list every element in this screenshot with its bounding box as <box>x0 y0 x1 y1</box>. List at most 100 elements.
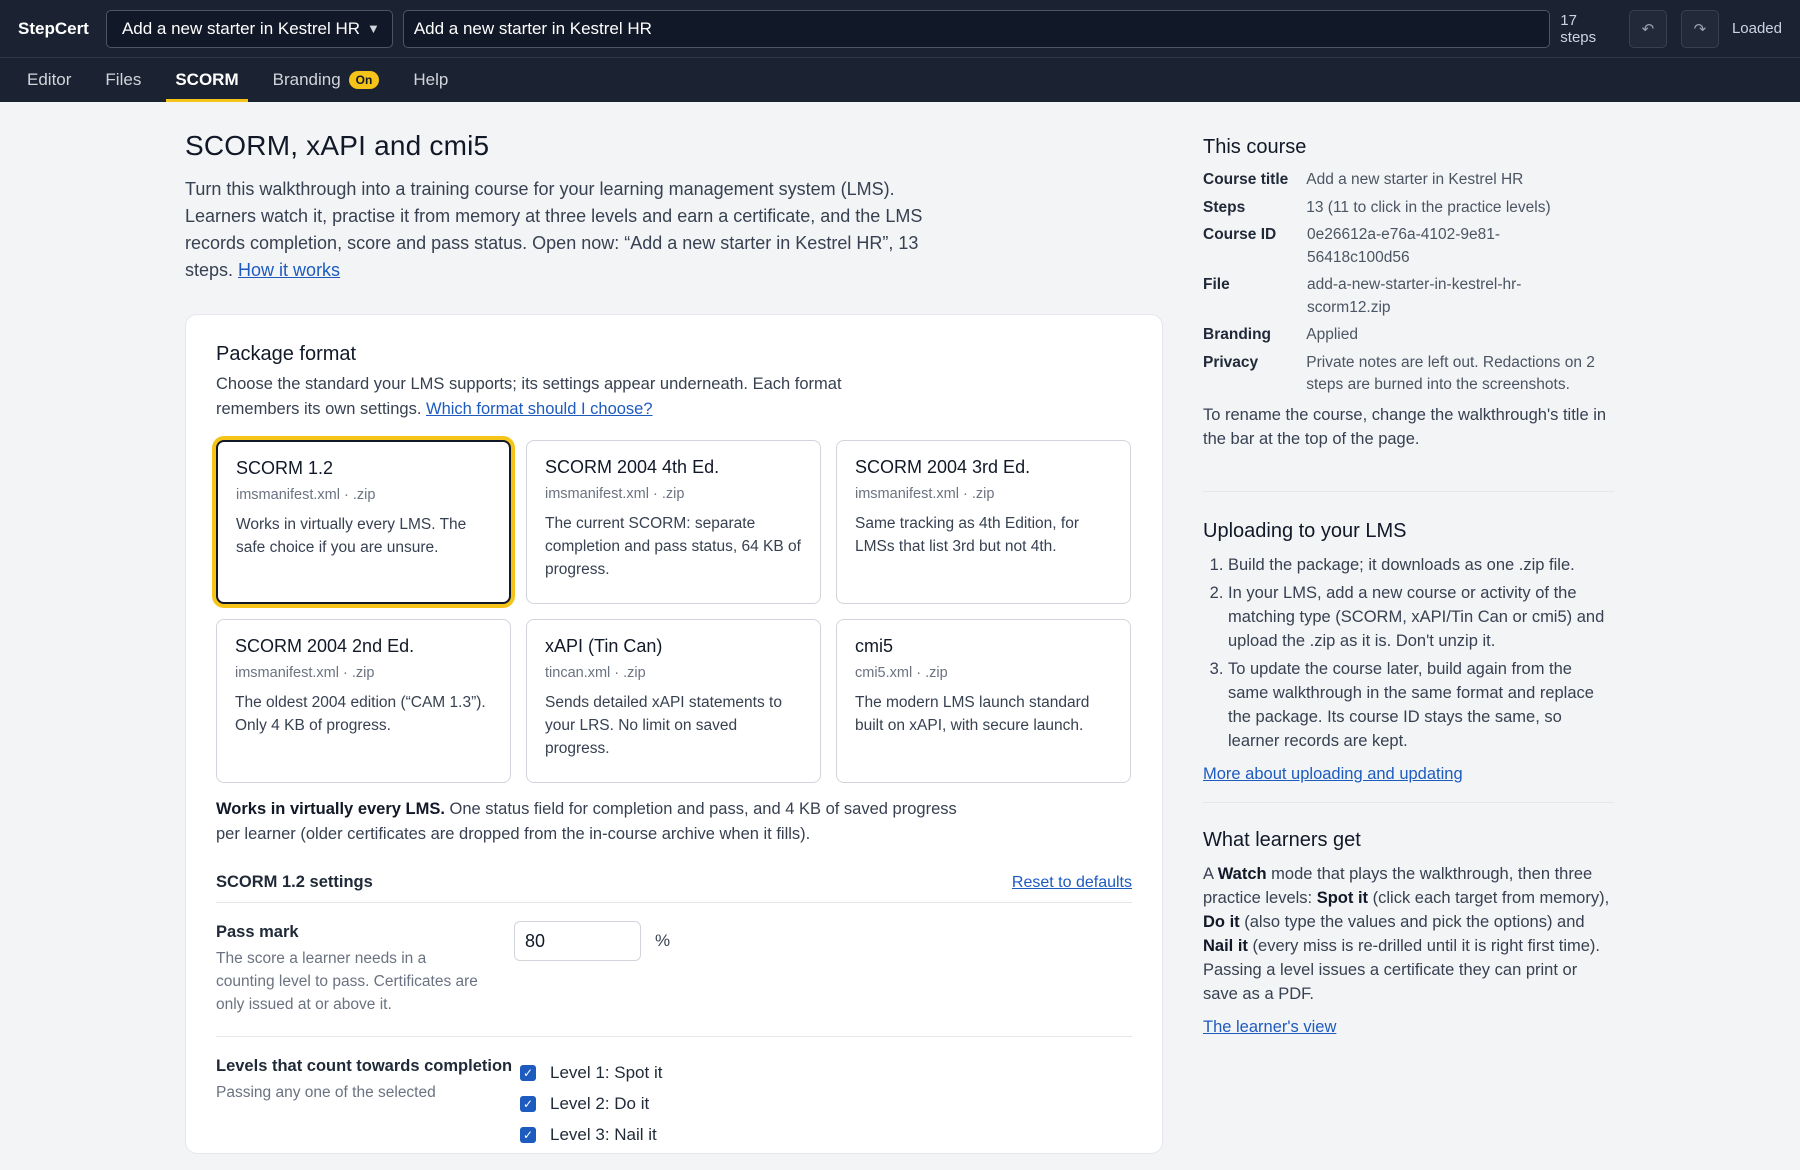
tab-branding[interactable]: Branding On <box>256 58 397 102</box>
learners-bold: Do it <box>1203 912 1240 931</box>
undo-icon: ↶ <box>1641 20 1655 38</box>
pass-mark-input[interactable] <box>514 921 641 961</box>
page-intro: Turn this walkthrough into a training co… <box>185 176 925 284</box>
tab-editor[interactable]: Editor <box>10 58 88 102</box>
format-file: imsmanifest.xml · .zip <box>855 486 995 502</box>
format-name: SCORM 2004 4th Ed. <box>545 457 720 477</box>
tab-branding-label: Branding <box>272 70 341 89</box>
learners-text: (also type the values and pick the optio… <box>1239 912 1585 931</box>
divider <box>1203 490 1614 492</box>
format-desc: The oldest 2004 edition (“CAM 1.3”). Onl… <box>235 694 486 734</box>
side-panel: This course Course title Add a new starte… <box>1203 136 1614 1037</box>
checkbox-checked-icon[interactable]: ✓ <box>520 1095 536 1112</box>
list-item: In your LMS, add a new course or activit… <box>1228 581 1614 653</box>
format-option-xapi[interactable]: xAPI (Tin Can) tincan.xml · .zip Sends d… <box>526 619 821 783</box>
level-checkbox-nail-it[interactable]: ✓ Level 3: Nail it <box>514 1119 662 1150</box>
divider <box>1203 801 1614 803</box>
reset-defaults-link[interactable]: Reset to defaults <box>1012 874 1132 892</box>
branding-status-badge: On <box>348 71 380 89</box>
level-label: Level 3: Nail it <box>550 1124 657 1144</box>
load-status: Loaded <box>1731 20 1782 37</box>
top-bar: StepCert Add a new starter in Kestrel HR… <box>0 0 1800 58</box>
walkthrough-select[interactable]: Add a new starter in Kestrel HR ▼ <box>105 9 393 48</box>
undo-button[interactable]: ↶ <box>1628 9 1667 48</box>
pass-mark-control: % <box>514 921 670 1016</box>
format-option-scorm2004-4th[interactable]: SCORM 2004 4th Ed. imsmanifest.xml · .zi… <box>526 440 821 604</box>
pass-mark-label-group: Pass mark The score a learner needs in a… <box>216 921 514 1016</box>
tab-help[interactable]: Help <box>396 58 465 102</box>
course-id-value: 0e26612a-e76a-4102-9e81-56418c100d56 <box>1307 226 1501 266</box>
steps-count: 17 steps <box>1560 11 1597 46</box>
page-title: SCORM, xAPI and cmi5 <box>185 130 490 161</box>
learners-bold: Watch <box>1217 864 1267 883</box>
settings-header: SCORM 1.2 settings Reset to defaults <box>216 873 1132 903</box>
format-desc: The modern LMS launch standard built on … <box>855 694 1090 734</box>
walkthrough-title-input[interactable] <box>402 9 1551 48</box>
learners-text: (every miss is re-drilled until it is ri… <box>1203 936 1600 1003</box>
levels-label: Levels that count towards completion <box>216 1057 513 1075</box>
list-item: To update the course later, build again … <box>1228 657 1614 753</box>
format-option-scorm12[interactable]: SCORM 1.2 imsmanifest.xml · .zip Works i… <box>216 440 511 604</box>
format-desc: Same tracking as 4th Edition, for LMSs t… <box>855 515 1080 555</box>
course-file-row: File add-a-new-starter-in-kestrel-hr-scor… <box>1203 274 1614 319</box>
course-steps-row: Steps 13 (11 to click in the practice lev… <box>1203 197 1614 220</box>
course-title-row: Course title Add a new starter in Kestrel… <box>1203 169 1614 192</box>
main-nav: Editor Files SCORM Branding On Help <box>0 58 1800 102</box>
learners-view-link[interactable]: The learner's view <box>1203 1018 1336 1037</box>
format-name: xAPI (Tin Can) <box>545 636 663 656</box>
format-file: imsmanifest.xml · .zip <box>235 665 375 681</box>
format-option-scorm2004-3rd[interactable]: SCORM 2004 3rd Ed. imsmanifest.xml · .zi… <box>836 440 1131 604</box>
format-desc: Sends detailed xAPI statements to your L… <box>545 694 782 757</box>
course-branding-key: Branding <box>1203 326 1272 343</box>
pass-mark-help: The score a learner needs in a counting … <box>216 950 478 1013</box>
format-summary: Works in virtually every LMS. One status… <box>216 797 976 847</box>
level-label: Level 1: Spot it <box>550 1062 663 1082</box>
learners-text: A <box>1203 864 1218 883</box>
main-content: SCORM, xAPI and cmi5 Turn this walkthrou… <box>185 130 1165 1154</box>
levels-row: Levels that count towards completion Pas… <box>216 1037 1132 1170</box>
course-id-key: Course ID <box>1203 226 1277 243</box>
levels-help: Passing any one of the selected <box>216 1084 436 1101</box>
list-item: Build the package; it downloads as one .… <box>1228 553 1614 577</box>
format-name: SCORM 1.2 <box>236 458 334 478</box>
format-name: SCORM 2004 2nd Ed. <box>235 636 415 656</box>
pass-mark-row: Pass mark The score a learner needs in a… <box>216 903 1132 1037</box>
upload-more-link[interactable]: More about uploading and updating <box>1203 765 1463 784</box>
settings-heading: SCORM 1.2 settings <box>216 873 373 891</box>
uploading-heading: Uploading to your LMS <box>1203 519 1407 542</box>
level-checkbox-do-it[interactable]: ✓ Level 2: Do it <box>514 1088 662 1119</box>
how-it-works-link[interactable]: How it works <box>238 260 340 280</box>
which-format-link[interactable]: Which format should I choose? <box>426 400 653 418</box>
course-id-row: Course ID 0e26612a-e76a-4102-9e81-56418c1… <box>1203 224 1614 269</box>
format-option-cmi5[interactable]: cmi5 cmi5.xml · .zip The modern LMS laun… <box>836 619 1131 783</box>
level-checkbox-spot-it[interactable]: ✓ Level 1: Spot it <box>514 1057 662 1088</box>
pass-mark-unit: % <box>655 931 671 950</box>
course-privacy-key: Privacy <box>1203 353 1259 371</box>
levels-checkboxes: ✓ Level 1: Spot it ✓ Level 2: Do it ✓ Le… <box>514 1055 662 1150</box>
format-file: tincan.xml · .zip <box>545 665 646 681</box>
course-file-value: add-a-new-starter-in-kestrel-hr-scorm12.… <box>1307 276 1522 316</box>
upload-steps-list: Build the package; it downloads as one .… <box>1203 553 1614 753</box>
checkbox-checked-icon[interactable]: ✓ <box>520 1064 536 1081</box>
format-option-scorm2004-2nd[interactable]: SCORM 2004 2nd Ed. imsmanifest.xml · .zi… <box>216 619 511 783</box>
format-name: SCORM 2004 3rd Ed. <box>855 457 1031 477</box>
redo-button[interactable]: ↷ <box>1680 9 1719 48</box>
rename-note: To rename the course, change the walkthr… <box>1203 405 1607 448</box>
course-steps-value: 13 (11 to click in the practice levels) <box>1306 198 1551 216</box>
tab-files[interactable]: Files <box>88 58 158 102</box>
checkbox-checked-icon[interactable]: ✓ <box>520 1126 536 1143</box>
learners-bold: Nail it <box>1203 936 1248 955</box>
course-steps-key: Steps <box>1203 198 1246 216</box>
chevron-down-icon: ▼ <box>366 21 380 36</box>
format-desc: The current SCORM: separate completion a… <box>545 515 801 578</box>
course-branding-row: Branding Applied <box>1203 324 1614 347</box>
package-format-heading: Package format <box>216 343 357 365</box>
format-file: cmi5.xml · .zip <box>855 665 948 681</box>
levels-label-group: Levels that count towards completion Pas… <box>216 1055 514 1150</box>
redo-icon: ↷ <box>1693 20 1707 38</box>
tab-scorm[interactable]: SCORM <box>158 58 255 102</box>
course-privacy-row: Privacy Private notes are left out. Redac… <box>1203 352 1614 397</box>
package-format-desc: Choose the standard your LMS supports; i… <box>216 372 916 422</box>
package-format-card: Package format Choose the standard your … <box>185 314 1163 1154</box>
course-privacy-value: Private notes are left out. Redactions o… <box>1306 353 1595 394</box>
